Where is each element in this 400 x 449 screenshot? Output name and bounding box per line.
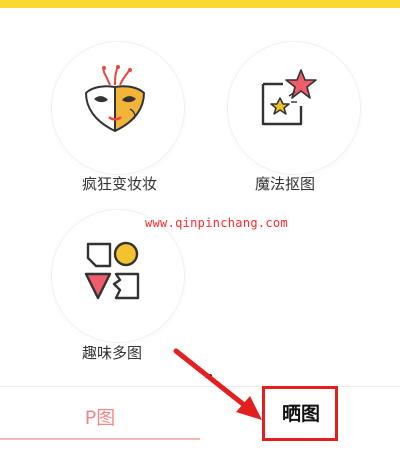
annotation-arrow-icon [173, 348, 262, 420]
